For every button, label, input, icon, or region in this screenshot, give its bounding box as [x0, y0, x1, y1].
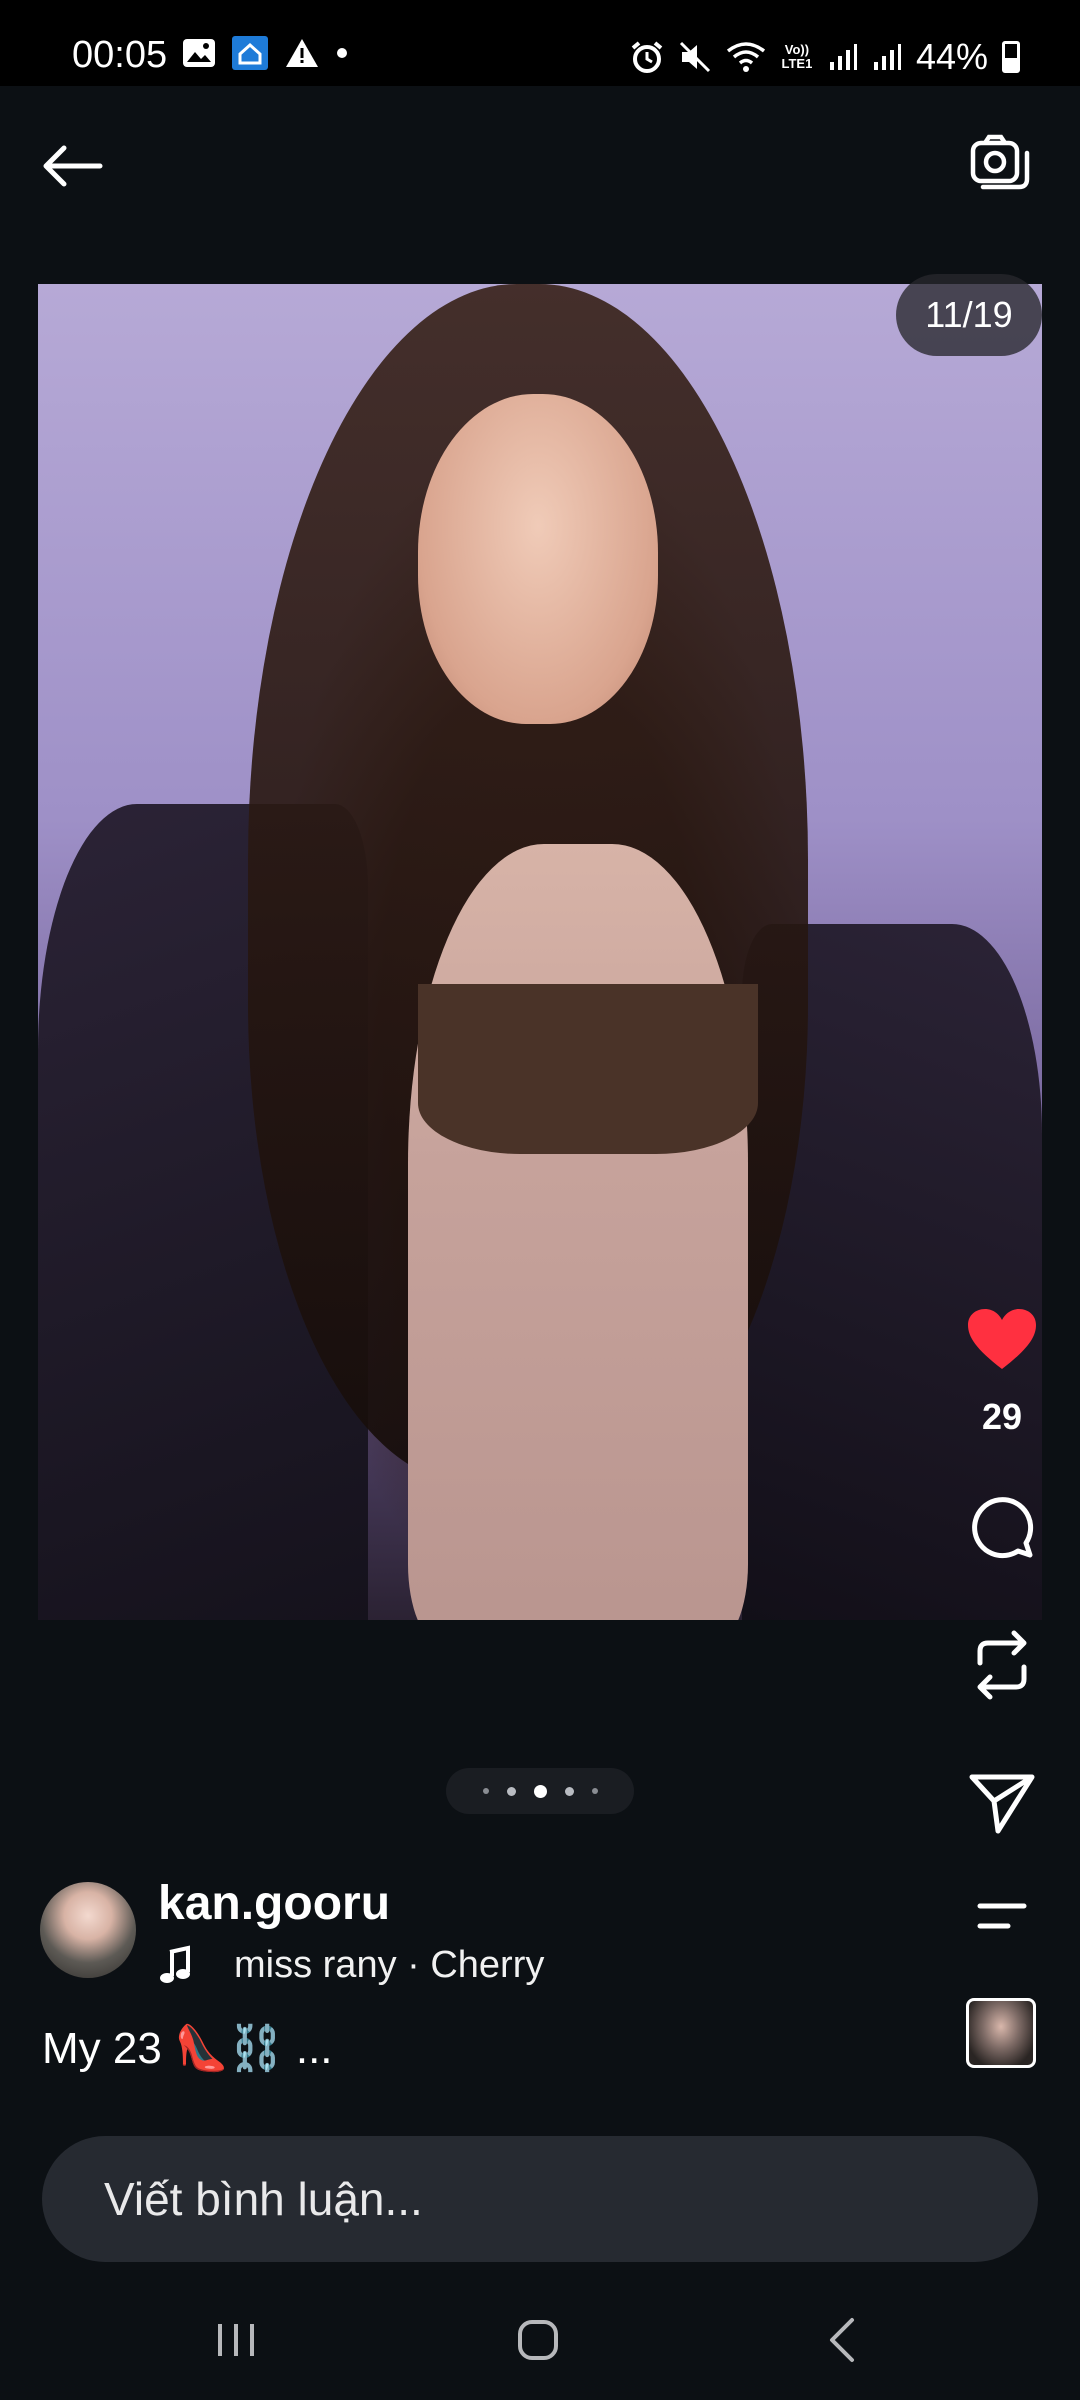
battery-icon	[1002, 41, 1020, 73]
status-bar: 00:05 Vo)) LTE1 44%	[0, 0, 1080, 86]
photo-shape	[418, 984, 758, 1154]
home-button[interactable]	[488, 2300, 588, 2380]
pagination-dot-active	[533, 1784, 547, 1798]
share-icon	[969, 1774, 1035, 1834]
like-count: 29	[981, 1396, 1023, 1437]
menu-icon	[977, 1903, 1027, 1929]
photo-shape	[418, 394, 658, 724]
status-left-icons	[182, 36, 348, 70]
signal-icon	[873, 44, 901, 70]
status-time: 00:05	[72, 34, 168, 76]
post-caption[interactable]: My 23 👠⛓️ ...	[42, 2022, 333, 2074]
username[interactable]: kan.gooru	[158, 1876, 390, 1931]
alarm-icon	[631, 41, 663, 73]
gallery-icon	[183, 39, 215, 67]
battery-percent: 44%	[915, 36, 988, 77]
home-icon	[518, 2320, 558, 2360]
repost-button[interactable]	[960, 1624, 1044, 1706]
pagination-dot	[482, 1788, 489, 1794]
comment-input[interactable]: Viết bình luận...	[42, 2136, 1038, 2262]
image-counter: 11/19	[896, 274, 1042, 356]
audio-thumbnail[interactable]	[966, 1998, 1036, 2068]
share-button[interactable]	[960, 1762, 1044, 1844]
recent-apps-button[interactable]	[186, 2300, 286, 2380]
status-right-icons: Vo)) LTE1 44%	[630, 36, 1020, 78]
music-track[interactable]: miss rany · Cherry	[234, 1944, 544, 1987]
warning-icon	[286, 39, 318, 67]
back-nav-button[interactable]	[792, 2300, 892, 2380]
photo-shape	[408, 844, 748, 1620]
signal-icon	[829, 44, 857, 70]
dot-icon	[337, 48, 347, 58]
chevron-left-icon	[830, 2318, 854, 2362]
repost-icon	[977, 1630, 1027, 1700]
pagination-dots	[446, 1768, 634, 1814]
camera-icon	[970, 134, 1030, 190]
comment-button[interactable]	[960, 1486, 1044, 1568]
heart-icon	[968, 1309, 1036, 1369]
music-note-icon	[160, 1945, 190, 1983]
pagination-dot	[591, 1788, 598, 1794]
recent-apps-icon	[218, 2324, 254, 2356]
like-button[interactable]	[960, 1298, 1044, 1380]
network-badge: Vo)) LTE1	[781, 42, 813, 71]
more-options-button[interactable]	[960, 1890, 1044, 1942]
post-photo[interactable]	[38, 284, 1042, 1620]
back-button[interactable]	[36, 130, 108, 202]
camera-button[interactable]	[964, 126, 1036, 198]
mute-icon	[679, 41, 710, 73]
avatar[interactable]	[40, 1882, 136, 1978]
pagination-dot	[564, 1786, 574, 1796]
wifi-icon	[726, 42, 766, 72]
smart-home-icon	[232, 36, 268, 70]
comment-icon	[972, 1497, 1034, 1559]
pagination-dot	[506, 1786, 516, 1796]
arrow-left-icon	[43, 145, 103, 187]
